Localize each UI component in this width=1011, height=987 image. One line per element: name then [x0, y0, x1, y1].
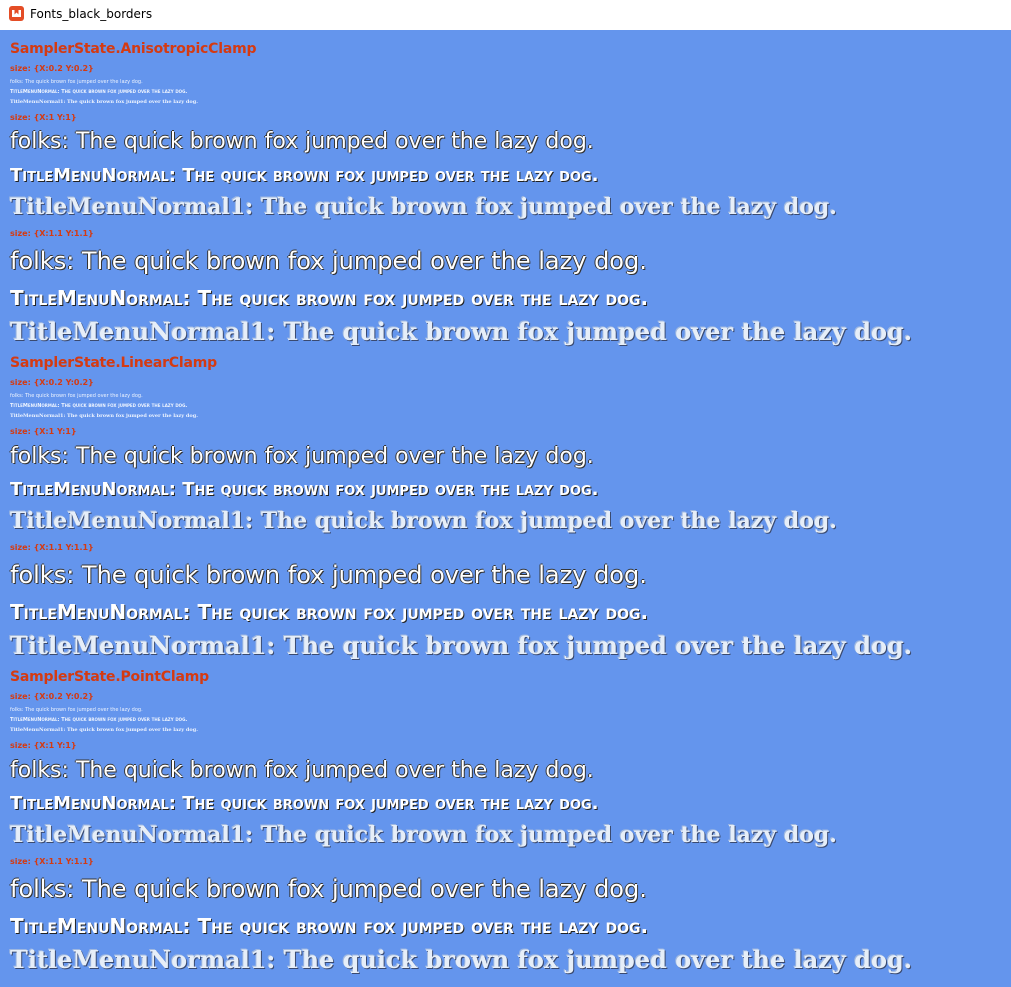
sampler-title: SamplerState.AnisotropicClamp [10, 41, 257, 57]
size-label: size: {X:0.2 Y:0.2} [10, 378, 94, 387]
sample-folks-small: folks: The quick brown fox jumped over t… [10, 393, 143, 399]
sample-folks-small: folks: The quick brown fox jumped over t… [10, 79, 143, 85]
sample-title-menu-normal: TitleMenuNormal: The quick brown fox jum… [10, 793, 599, 814]
sample-folks-small: folks: The quick brown fox jumped over t… [10, 707, 143, 713]
sample-title-menu-normal1-small: TitleMenuNormal1: The quick brown fox ju… [10, 413, 198, 419]
sample-title-menu-normal-small: TitleMenuNormal: The quick brown fox jum… [10, 89, 188, 95]
size-label: size: {X:1.1 Y:1.1} [10, 857, 94, 866]
size-label: size: {X:1 Y:1} [10, 427, 77, 436]
sample-title-menu-normal1: TitleMenuNormal1: The quick brown fox ju… [10, 822, 837, 848]
sample-title-menu-normal1: TitleMenuNormal1: The quick brown fox ju… [10, 194, 837, 220]
sample-title-menu-normal1: TitleMenuNormal1: The quick brown fox ju… [10, 945, 913, 974]
sample-folks: folks: The quick brown fox jumped over t… [10, 758, 594, 783]
sampler-title: SamplerState.LinearClamp [10, 355, 217, 371]
monogame-app-icon [9, 6, 24, 21]
sample-title-menu-normal: TitleMenuNormal: The quick brown fox jum… [10, 914, 649, 938]
sample-title-menu-normal1: TitleMenuNormal1: The quick brown fox ju… [10, 508, 837, 534]
sample-folks: folks: The quick brown fox jumped over t… [10, 444, 594, 469]
window-title: Fonts_black_borders [30, 7, 153, 21]
sample-title-menu-normal-small: TitleMenuNormal: The quick brown fox jum… [10, 403, 188, 409]
sample-title-menu-normal: TitleMenuNormal: The quick brown fox jum… [10, 286, 649, 310]
sample-title-menu-normal1: TitleMenuNormal1: The quick brown fox ju… [10, 317, 913, 346]
sample-title-menu-normal: TitleMenuNormal: The quick brown fox jum… [10, 600, 649, 624]
sample-title-menu-normal1-small: TitleMenuNormal1: The quick brown fox ju… [10, 99, 198, 105]
title-bar: Fonts_black_borders [0, 0, 1011, 30]
size-label: size: {X:1.1 Y:1.1} [10, 543, 94, 552]
sample-folks: folks: The quick brown fox jumped over t… [10, 247, 647, 275]
sample-title-menu-normal1: TitleMenuNormal1: The quick brown fox ju… [10, 631, 913, 660]
sample-folks: folks: The quick brown fox jumped over t… [10, 129, 594, 154]
size-label: size: {X:1.1 Y:1.1} [10, 229, 94, 238]
sample-folks: folks: The quick brown fox jumped over t… [10, 875, 647, 903]
sampler-title: SamplerState.PointClamp [10, 669, 209, 685]
size-label: size: {X:0.2 Y:0.2} [10, 64, 94, 73]
size-label: size: {X:0.2 Y:0.2} [10, 692, 94, 701]
game-canvas[interactable]: SamplerState.AnisotropicClamp size: {X:0… [0, 30, 1011, 987]
sample-title-menu-normal1-small: TitleMenuNormal1: The quick brown fox ju… [10, 727, 198, 733]
sample-folks: folks: The quick brown fox jumped over t… [10, 561, 647, 589]
sample-title-menu-normal: TitleMenuNormal: The quick brown fox jum… [10, 165, 599, 186]
sample-title-menu-normal: TitleMenuNormal: The quick brown fox jum… [10, 479, 599, 500]
size-label: size: {X:1 Y:1} [10, 113, 77, 122]
size-label: size: {X:1 Y:1} [10, 741, 77, 750]
sample-title-menu-normal-small: TitleMenuNormal: The quick brown fox jum… [10, 717, 188, 723]
